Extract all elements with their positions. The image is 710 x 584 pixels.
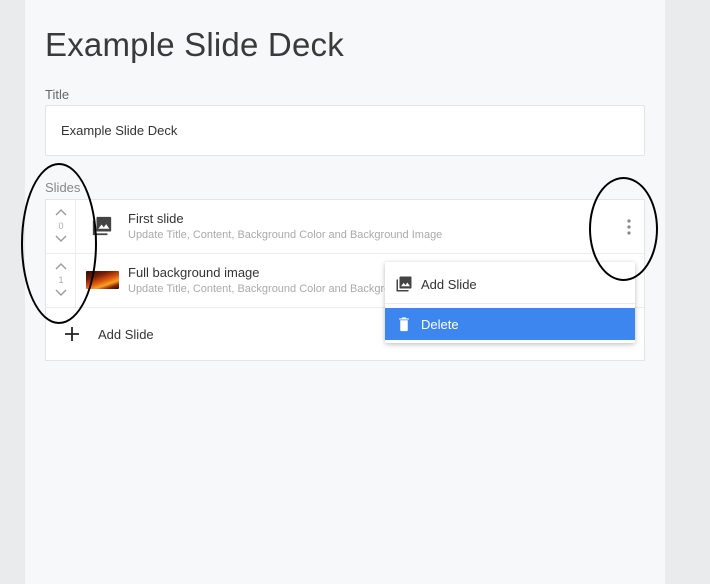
slide-row[interactable]: 0 First slide Update Title, Content, Bac… bbox=[46, 200, 644, 254]
title-label: Title bbox=[45, 87, 70, 102]
add-slide-label: Add Slide bbox=[98, 327, 154, 342]
slide-context-menu: Add Slide Delete bbox=[385, 262, 635, 343]
order-control: 0 bbox=[46, 200, 76, 253]
title-input[interactable] bbox=[45, 105, 645, 156]
menu-item-label: Delete bbox=[421, 317, 459, 332]
chevron-up-icon[interactable] bbox=[54, 206, 68, 218]
plus-icon bbox=[65, 327, 79, 341]
slide-title: First slide bbox=[128, 211, 184, 226]
slide-order-number: 0 bbox=[58, 221, 64, 231]
trash-icon bbox=[399, 317, 409, 332]
slide-description: Update Title, Content, Background Color … bbox=[128, 229, 443, 241]
more-vert-icon[interactable] bbox=[616, 217, 642, 237]
chevron-up-icon[interactable] bbox=[54, 260, 68, 272]
slide-description: Update Title, Content, Background Color … bbox=[128, 283, 428, 295]
slide-thumbnail-image bbox=[86, 271, 119, 289]
image-library-icon bbox=[396, 276, 412, 292]
menu-item-delete[interactable]: Delete bbox=[385, 308, 635, 340]
image-icon bbox=[92, 216, 112, 236]
order-control: 1 bbox=[46, 254, 76, 307]
chevron-down-icon[interactable] bbox=[54, 233, 68, 245]
menu-item-add-slide[interactable]: Add Slide bbox=[385, 266, 635, 304]
slide-order-number: 1 bbox=[58, 275, 64, 285]
slides-label: Slides bbox=[45, 180, 81, 195]
chevron-down-icon[interactable] bbox=[54, 287, 68, 299]
page-title: Example Slide Deck bbox=[45, 26, 344, 63]
menu-item-label: Add Slide bbox=[421, 277, 477, 292]
slide-title: Full background image bbox=[128, 265, 260, 280]
